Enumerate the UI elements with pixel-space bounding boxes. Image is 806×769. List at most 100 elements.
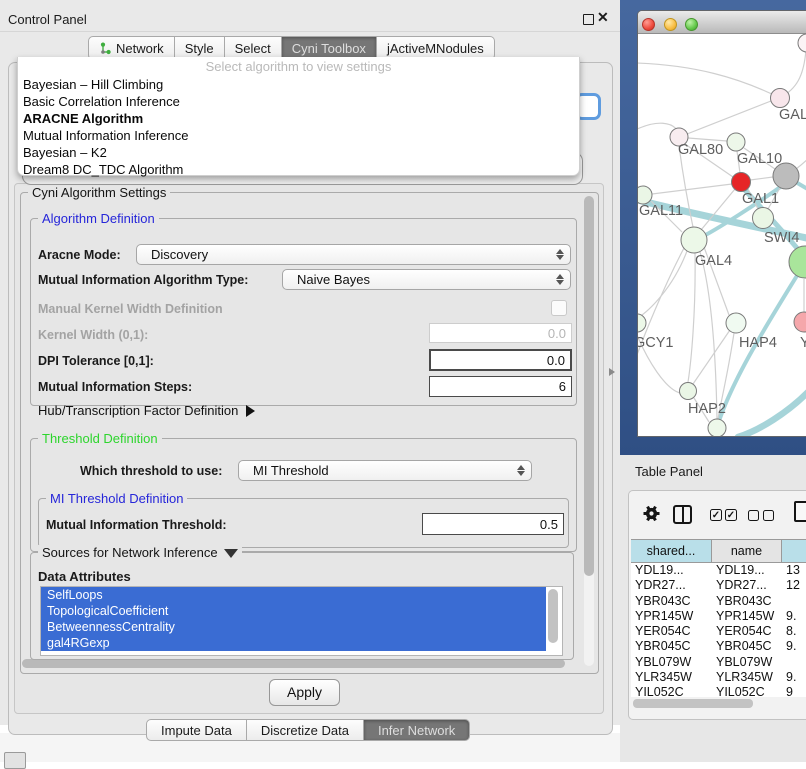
network-node-gcy1[interactable]: [638, 314, 646, 332]
network-node-gal10[interactable]: [727, 133, 745, 151]
table-row[interactable]: YBR045CYBR045C9.: [631, 639, 806, 654]
node-label: GAL80: [678, 142, 723, 158]
network-edge[interactable]: [638, 63, 780, 98]
algorithm-option[interactable]: ARACNE Algorithm: [18, 110, 579, 127]
mi-threshold-label: Mutual Information Threshold:: [46, 518, 227, 532]
network-window-titlebar[interactable]: [638, 11, 806, 34]
minimize-traffic-light-icon[interactable]: [664, 18, 677, 31]
algorithm-option[interactable]: Basic Correlation Inference: [18, 93, 579, 110]
splitter-collapse-arrow[interactable]: [609, 368, 615, 376]
algorithm-option[interactable]: Dream8 DC_TDC Algorithm: [18, 161, 579, 178]
attributes-scrollbar-thumb[interactable]: [548, 589, 558, 643]
apply-button[interactable]: Apply: [269, 679, 340, 706]
bottom-tab-infer-network[interactable]: Infer Network: [364, 719, 470, 741]
table-row[interactable]: YER054CYER054C8.: [631, 624, 806, 639]
hub-definition-label: Hub/Transcription Factor Definition: [38, 403, 238, 418]
table-row[interactable]: YPR145WYPR145W9.: [631, 609, 806, 624]
mi-type-combo[interactable]: Naive Bayes: [282, 269, 571, 290]
algorithm-option[interactable]: Bayesian – Hill Climbing: [18, 76, 579, 93]
table-cell: YBR045C: [631, 639, 712, 654]
table-header-row[interactable]: shared... name: [631, 539, 806, 563]
table-body[interactable]: YDL19...YDL19...13YDR27...YDR27...12YBR0…: [631, 563, 806, 697]
float-window-icon[interactable]: [583, 14, 594, 25]
column-header-partial[interactable]: [782, 540, 806, 562]
zoom-traffic-light-icon[interactable]: [685, 18, 698, 31]
document-icon[interactable]: [794, 501, 806, 522]
network-edge[interactable]: [693, 330, 730, 384]
settings-horizontal-scrollbar-thumb[interactable]: [22, 659, 565, 668]
column-header-shared-name[interactable]: shared...: [631, 540, 712, 562]
network-node-gal11[interactable]: [638, 186, 652, 204]
bottom-tab-discretize-data[interactable]: Discretize Data: [247, 719, 364, 741]
network-node-hap2[interactable]: [680, 383, 697, 400]
stepper-arrows-icon: [517, 464, 526, 477]
mi-steps-label: Mutual Information Steps:: [38, 380, 192, 394]
hub-definition-expander[interactable]: Hub/Transcription Factor Definition: [38, 403, 255, 418]
attribute-list-item[interactable]: BetweennessCentrality: [41, 619, 546, 635]
attribute-list-item[interactable]: SelfLoops: [41, 587, 546, 603]
stepper-arrows-icon: [556, 248, 565, 261]
mi-steps-input[interactable]: [429, 376, 572, 397]
network-edge[interactable]: [738, 389, 806, 437]
network-node[interactable]: [798, 34, 806, 52]
attribute-list-item[interactable]: gal4RGexp: [41, 635, 546, 651]
manual-kernel-checkbox[interactable]: [551, 300, 567, 316]
dpi-tolerance-input[interactable]: [429, 349, 572, 371]
algorithm-option[interactable]: Bayesian – K2: [18, 144, 579, 161]
gear-icon[interactable]: [642, 504, 661, 523]
aracne-mode-combo[interactable]: Discovery: [136, 244, 571, 265]
network-edge[interactable]: [638, 123, 677, 130]
column-header-name[interactable]: name: [712, 540, 782, 562]
table-cell: YLR345W: [712, 670, 782, 685]
network-node[interactable]: [789, 246, 806, 278]
table-cell: YDL19...: [712, 563, 782, 578]
table-row[interactable]: YBL079WYBL079W: [631, 655, 806, 670]
bottom-tab-impute-data[interactable]: Impute Data: [146, 719, 247, 741]
network-edge[interactable]: [652, 184, 732, 194]
settings-vertical-scrollbar-thumb[interactable]: [584, 196, 594, 576]
table-row[interactable]: YDR27...YDR27...12: [631, 578, 806, 593]
which-threshold-combo[interactable]: MI Threshold: [238, 460, 532, 481]
network-view-window[interactable]: GALGAL80GAL10GAL1GAL11SWI4GAL4GCY1HAP4YH…: [637, 10, 806, 437]
table-cell: 12: [782, 578, 806, 593]
table-cell: 9.: [782, 670, 806, 685]
attribute-list-item[interactable]: TopologicalCoefficient: [41, 603, 546, 619]
close-traffic-light-icon[interactable]: [642, 18, 655, 31]
table-horizontal-scrollbar-thumb[interactable]: [633, 699, 753, 708]
network-node-swi4[interactable]: [753, 208, 774, 229]
mi-threshold-input[interactable]: [422, 513, 564, 535]
kernel-width-input[interactable]: [429, 323, 572, 343]
unchecked-checkbox-icon[interactable]: [748, 510, 759, 521]
collapsed-panel-button[interactable]: [4, 752, 26, 769]
checked-checkbox-icon[interactable]: ✓: [725, 509, 737, 521]
network-edge[interactable]: [750, 177, 773, 180]
network-edge[interactable]: [796, 155, 806, 169]
table-row[interactable]: YLR345WYLR345W9.: [631, 670, 806, 685]
network-node-hap4[interactable]: [726, 313, 746, 333]
data-attributes-list[interactable]: SelfLoopsTopologicalCoefficientBetweenne…: [40, 586, 563, 656]
network-edge[interactable]: [688, 253, 695, 382]
network-node-gal4[interactable]: [681, 227, 707, 253]
algorithm-option[interactable]: Mutual Information Inference: [18, 127, 579, 144]
aracne-mode-label: Aracne Mode:: [38, 248, 121, 262]
checked-checkbox-icon[interactable]: ✓: [710, 509, 722, 521]
network-edge[interactable]: [687, 101, 771, 134]
network-node[interactable]: [708, 419, 726, 437]
columns-icon[interactable]: [673, 505, 692, 524]
threshold-definition-title: Threshold Definition: [38, 431, 162, 446]
algorithm-definition-title: Algorithm Definition: [38, 211, 159, 226]
close-icon[interactable]: ✕: [597, 9, 609, 26]
table-row[interactable]: YDL19...YDL19...13: [631, 563, 806, 578]
table-row[interactable]: YBR043CYBR043C: [631, 594, 806, 609]
network-edge[interactable]: [638, 251, 687, 320]
network-node-y[interactable]: [794, 312, 806, 332]
network-node-gal[interactable]: [771, 89, 790, 108]
unchecked-checkbox-icon[interactable]: [763, 510, 774, 521]
table-cell: YDR27...: [631, 578, 712, 593]
network-edge[interactable]: [688, 138, 727, 141]
table-row[interactable]: YIL052CYIL052C9: [631, 685, 806, 697]
network-node-gal1[interactable]: [732, 173, 751, 192]
which-threshold-label: Which threshold to use:: [80, 464, 222, 478]
table-cell: YDR27...: [712, 578, 782, 593]
network-graph-canvas[interactable]: GALGAL80GAL10GAL1GAL11SWI4GAL4GCY1HAP4YH…: [638, 33, 806, 437]
